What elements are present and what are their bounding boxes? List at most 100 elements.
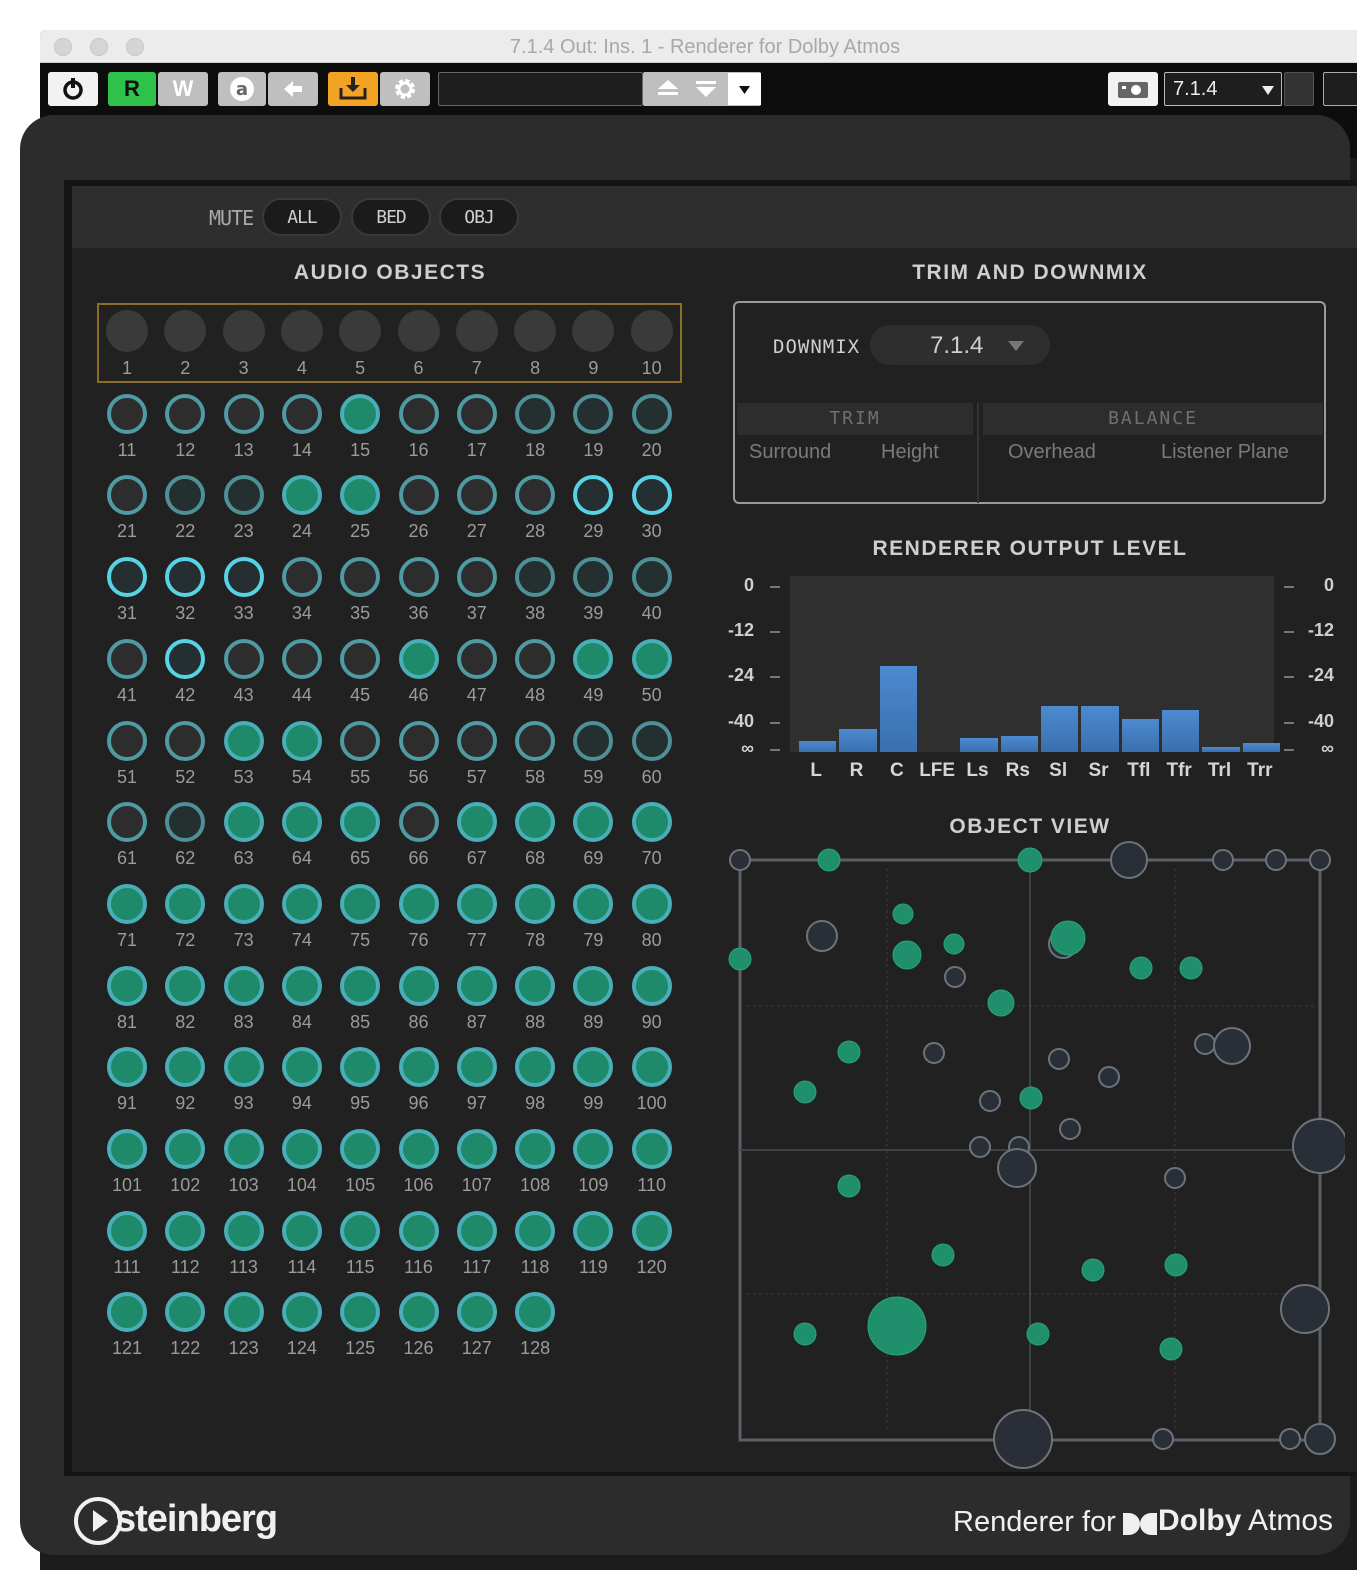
audio-object-14[interactable]: 14 — [273, 388, 331, 468]
speaker-dot[interactable] — [1213, 1027, 1251, 1065]
speaker-dot[interactable] — [1309, 849, 1331, 871]
active-object-dot[interactable] — [1050, 920, 1086, 956]
audio-object-118[interactable]: 118 — [506, 1205, 564, 1285]
audio-object-53[interactable]: 53 — [215, 715, 273, 795]
speaker-dot[interactable] — [806, 920, 838, 952]
audio-object-73[interactable]: 73 — [215, 878, 273, 958]
read-automation-button[interactable]: R — [108, 72, 156, 106]
audio-object-35[interactable]: 35 — [331, 551, 389, 631]
audio-object-97[interactable]: 97 — [448, 1041, 506, 1121]
audio-object-107[interactable]: 107 — [448, 1123, 506, 1203]
speaker-dot[interactable] — [1212, 849, 1234, 871]
audio-object-36[interactable]: 36 — [390, 551, 448, 631]
audio-object-48[interactable]: 48 — [506, 633, 564, 713]
active-object-dot[interactable] — [793, 1322, 817, 1346]
audio-object-91[interactable]: 91 — [98, 1041, 156, 1121]
audio-object-86[interactable]: 86 — [390, 960, 448, 1040]
active-object-dot[interactable] — [892, 940, 922, 970]
audio-object-22[interactable]: 22 — [156, 469, 214, 549]
snapshot-button[interactable] — [1108, 72, 1158, 106]
audio-object-126[interactable]: 126 — [390, 1286, 448, 1366]
speaker-dot[interactable] — [1304, 1423, 1336, 1455]
active-object-dot[interactable] — [1081, 1258, 1105, 1282]
trim-height-knob[interactable]: Height — [881, 441, 939, 464]
preset-menu-button[interactable] — [728, 73, 761, 105]
audio-object-120[interactable]: 120 — [623, 1205, 681, 1285]
audio-object-20[interactable]: 20 — [623, 388, 681, 468]
speaker-dot[interactable] — [1059, 1118, 1081, 1140]
extra-menu-button[interactable] — [1323, 72, 1357, 106]
speaker-dot[interactable] — [944, 966, 966, 988]
audio-object-84[interactable]: 84 — [273, 960, 331, 1040]
audio-object-99[interactable]: 99 — [564, 1041, 622, 1121]
audio-object-62[interactable]: 62 — [156, 796, 214, 876]
audio-object-34[interactable]: 34 — [273, 551, 331, 631]
audio-object-70[interactable]: 70 — [623, 796, 681, 876]
audio-object-114[interactable]: 114 — [273, 1205, 331, 1285]
audio-object-116[interactable]: 116 — [390, 1205, 448, 1285]
audio-object-59[interactable]: 59 — [564, 715, 622, 795]
audio-object-31[interactable]: 31 — [98, 551, 156, 631]
object-view-canvas[interactable] — [725, 840, 1345, 1480]
audio-object-110[interactable]: 110 — [623, 1123, 681, 1203]
speaker-dot[interactable] — [1110, 841, 1148, 879]
speaker-dot[interactable] — [729, 849, 751, 871]
audio-object-102[interactable]: 102 — [156, 1123, 214, 1203]
audio-object-105[interactable]: 105 — [331, 1123, 389, 1203]
audio-object-49[interactable]: 49 — [564, 633, 622, 713]
audio-object-113[interactable]: 113 — [215, 1205, 273, 1285]
audio-object-121[interactable]: 121 — [98, 1286, 156, 1366]
audio-object-75[interactable]: 75 — [331, 878, 389, 958]
audio-object-46[interactable]: 46 — [390, 633, 448, 713]
audio-object-72[interactable]: 72 — [156, 878, 214, 958]
audio-object-74[interactable]: 74 — [273, 878, 331, 958]
audio-object-90[interactable]: 90 — [623, 960, 681, 1040]
audio-object-56[interactable]: 56 — [390, 715, 448, 795]
audio-object-17[interactable]: 17 — [448, 388, 506, 468]
active-object-dot[interactable] — [1129, 956, 1153, 980]
active-object-dot[interactable] — [817, 848, 841, 872]
audio-object-40[interactable]: 40 — [623, 551, 681, 631]
audio-object-124[interactable]: 124 — [273, 1286, 331, 1366]
audio-object-106[interactable]: 106 — [390, 1123, 448, 1203]
audio-object-112[interactable]: 112 — [156, 1205, 214, 1285]
audio-object-93[interactable]: 93 — [215, 1041, 273, 1121]
audio-object-15[interactable]: 15 — [331, 388, 389, 468]
audio-object-5[interactable]: 5 — [331, 306, 389, 386]
audio-object-58[interactable]: 58 — [506, 715, 564, 795]
active-object-dot[interactable] — [1179, 956, 1203, 980]
audio-object-43[interactable]: 43 — [215, 633, 273, 713]
active-object-dot[interactable] — [1159, 1337, 1183, 1361]
audio-object-66[interactable]: 66 — [390, 796, 448, 876]
audio-object-29[interactable]: 29 — [564, 469, 622, 549]
audio-object-28[interactable]: 28 — [506, 469, 564, 549]
audio-object-111[interactable]: 111 — [98, 1205, 156, 1285]
audio-object-63[interactable]: 63 — [215, 796, 273, 876]
audio-object-6[interactable]: 6 — [390, 306, 448, 386]
audio-object-26[interactable]: 26 — [390, 469, 448, 549]
audio-object-60[interactable]: 60 — [623, 715, 681, 795]
audio-object-47[interactable]: 47 — [448, 633, 506, 713]
speaker-dot[interactable] — [993, 1409, 1053, 1469]
speaker-dot[interactable] — [1265, 849, 1287, 871]
audio-object-76[interactable]: 76 — [390, 878, 448, 958]
audio-object-1[interactable]: 1 — [98, 306, 156, 386]
speaker-dot[interactable] — [1292, 1118, 1345, 1174]
audio-object-30[interactable]: 30 — [623, 469, 681, 549]
audio-object-27[interactable]: 27 — [448, 469, 506, 549]
audio-object-64[interactable]: 64 — [273, 796, 331, 876]
active-object-dot[interactable] — [931, 1243, 955, 1267]
audio-object-109[interactable]: 109 — [564, 1123, 622, 1203]
audio-object-50[interactable]: 50 — [623, 633, 681, 713]
audio-object-101[interactable]: 101 — [98, 1123, 156, 1203]
output-format-select[interactable]: 7.1.4 — [1164, 72, 1282, 106]
active-object-dot[interactable] — [1019, 1086, 1043, 1110]
audio-object-52[interactable]: 52 — [156, 715, 214, 795]
active-object-dot[interactable] — [943, 933, 965, 955]
audio-object-127[interactable]: 127 — [448, 1286, 506, 1366]
downmix-select[interactable]: 7.1.4 — [870, 325, 1050, 365]
speaker-dot[interactable] — [923, 1042, 945, 1064]
audio-object-87[interactable]: 87 — [448, 960, 506, 1040]
audio-object-55[interactable]: 55 — [331, 715, 389, 795]
audio-object-19[interactable]: 19 — [564, 388, 622, 468]
